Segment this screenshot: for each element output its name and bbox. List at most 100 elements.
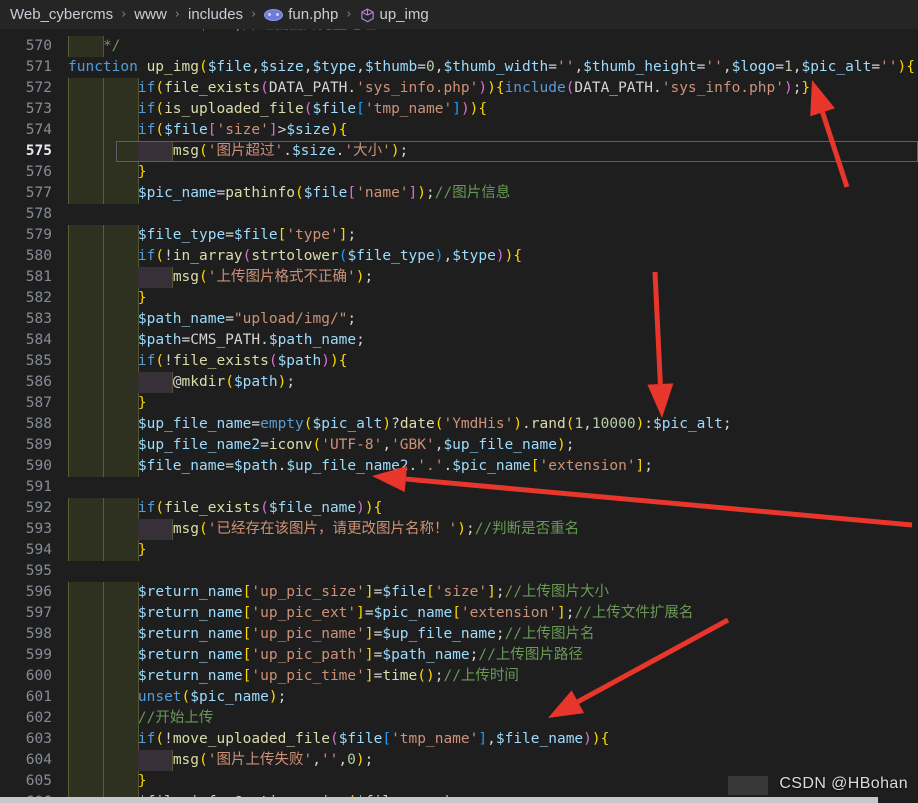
line-content: }	[137, 395, 147, 411]
code-line[interactable]: 574 if($file['size']>$size){	[0, 120, 918, 141]
breadcrumb-item-fun-php[interactable]: fun.php	[262, 6, 340, 23]
line-content: if(!in_array(strtolower($file_type),$typ…	[137, 248, 523, 264]
line-content: }	[137, 164, 147, 180]
code-line[interactable]: 582 }	[0, 288, 918, 309]
breadcrumb-item-web-cybercms[interactable]: Web_cybercms	[8, 6, 115, 23]
code-line[interactable]: 580 if(!in_array(strtolower($file_type),…	[0, 246, 918, 267]
line-content: $path=CMS_PATH.$path_name;	[137, 332, 365, 348]
line-content: $return_name['up_pic_time']=time();//上传时…	[137, 668, 519, 684]
line-content: unset($pic_name);	[137, 689, 287, 705]
breadcrumb-separator-icon: ›	[121, 7, 127, 22]
line-number: 570	[25, 38, 52, 54]
code-editor[interactable]: 569 return $url;//返回图片完整地址570 */571funct…	[0, 29, 918, 803]
code-line[interactable]: 600 $return_name['up_pic_time']=time();/…	[0, 666, 918, 687]
code-line[interactable]: 599 $return_name['up_pic_path']=$path_na…	[0, 645, 918, 666]
line-content: msg('图片超过'.$size.'大小');	[172, 143, 409, 159]
code-line[interactable]: 569 return $url;//返回图片完整地址	[0, 29, 918, 36]
code-line[interactable]: 584 $path=CMS_PATH.$path_name;	[0, 330, 918, 351]
code-line[interactable]: 604 msg('图片上传失败','',0);	[0, 750, 918, 771]
code-line[interactable]: 601 unset($pic_name);	[0, 687, 918, 708]
line-content: $return_name['up_pic_ext']=$pic_name['ex…	[137, 605, 694, 621]
code-line[interactable]: 592 if(file_exists($file_name)){	[0, 498, 918, 519]
code-line[interactable]: 597 $return_name['up_pic_ext']=$pic_name…	[0, 603, 918, 624]
line-content: msg('图片上传失败','',0);	[172, 752, 374, 768]
breadcrumb-item-up-img[interactable]: up_img	[358, 6, 431, 23]
line-content: return $url;//返回图片完整地址	[68, 29, 376, 36]
line-content: $file_name=$path.$up_file_name2.'.'.$pic…	[137, 458, 654, 474]
line-number: 603	[25, 731, 52, 747]
line-number: 598	[25, 626, 52, 642]
line-number: 597	[25, 605, 52, 621]
line-content: }	[137, 542, 147, 558]
code-line[interactable]: 588 $up_file_name=empty($pic_alt)?date('…	[0, 414, 918, 435]
code-line[interactable]: 583 $path_name="upload/img/";	[0, 309, 918, 330]
code-line[interactable]: 603 if(!move_uploaded_file($file['tmp_na…	[0, 729, 918, 750]
line-content: }	[137, 290, 147, 306]
line-number: 588	[25, 416, 52, 432]
line-number: 592	[25, 500, 52, 516]
code-line[interactable]: 593 msg('已经存在该图片，请更改图片名称！');//判断是否重名	[0, 519, 918, 540]
line-number: 582	[25, 290, 52, 306]
code-line[interactable]: 575 msg('图片超过'.$size.'大小');	[0, 141, 918, 162]
code-line[interactable]: 576 }	[0, 162, 918, 183]
breadcrumb-separator-icon: ›	[174, 7, 180, 22]
code-line[interactable]: 589 $up_file_name2=iconv('UTF-8','GBK',$…	[0, 435, 918, 456]
line-number: 587	[25, 395, 52, 411]
breadcrumb-label: fun.php	[288, 6, 339, 23]
code-line[interactable]: 590 $file_name=$path.$up_file_name2.'.'.…	[0, 456, 918, 477]
breadcrumb-label: includes	[188, 6, 244, 23]
line-number: 600	[25, 668, 52, 684]
breadcrumb-separator-icon: ›	[346, 7, 352, 22]
line-content: //开始上传	[137, 710, 214, 726]
line-number: 571	[25, 59, 52, 75]
breadcrumb-item-www[interactable]: www	[132, 6, 169, 23]
breadcrumb-label: up_img	[379, 6, 429, 23]
method-cube-icon	[360, 8, 375, 23]
code-line[interactable]: 587 }	[0, 393, 918, 414]
code-line[interactable]: 570 */	[0, 36, 918, 57]
code-line[interactable]: 577 $pic_name=pathinfo($file['name']);//…	[0, 183, 918, 204]
code-line[interactable]: 598 $return_name['up_pic_name']=$up_file…	[0, 624, 918, 645]
watermark-backdrop	[728, 776, 768, 795]
code-line[interactable]: 595	[0, 561, 918, 582]
code-line[interactable]: 581 msg('上传图片格式不正确');	[0, 267, 918, 288]
code-line[interactable]: 573 if(is_uploaded_file($file['tmp_name'…	[0, 99, 918, 120]
line-number: 590	[25, 458, 52, 474]
code-line[interactable]: 591	[0, 477, 918, 498]
line-number: 577	[25, 185, 52, 201]
line-content: }	[137, 773, 147, 789]
line-number: 605	[25, 773, 52, 789]
line-content: msg('上传图片格式不正确');	[172, 269, 374, 285]
line-number: 581	[25, 269, 52, 285]
line-number: 576	[25, 164, 52, 180]
breadcrumb: Web_cybercms › www › includes › fun.php …	[0, 0, 918, 29]
horizontal-scrollbar-track[interactable]	[0, 797, 918, 803]
line-number: 575	[25, 143, 52, 159]
breadcrumb-item-includes[interactable]: includes	[186, 6, 245, 23]
horizontal-scrollbar-thumb[interactable]	[0, 797, 878, 803]
code-line[interactable]: 578	[0, 204, 918, 225]
line-number: 601	[25, 689, 52, 705]
line-number: 572	[25, 80, 52, 96]
code-line[interactable]: 585 if(!file_exists($path)){	[0, 351, 918, 372]
line-content: $return_name['up_pic_path']=$path_name;/…	[137, 647, 583, 663]
line-number: 589	[25, 437, 52, 453]
code-line[interactable]: 572 if(file_exists(DATA_PATH.'sys_info.p…	[0, 78, 918, 99]
code-line[interactable]: 579 $file_type=$file['type'];	[0, 225, 918, 246]
line-number: 604	[25, 752, 52, 768]
code-line[interactable]: 571 function up_img($file,$size,$type,$th…	[0, 57, 918, 78]
line-number: 583	[25, 311, 52, 327]
line-number: 591	[25, 479, 52, 495]
line-number: 573	[25, 101, 52, 117]
code-line[interactable]: 586 @mkdir($path);	[0, 372, 918, 393]
code-line[interactable]: 596 $return_name['up_pic_size']=$file['s…	[0, 582, 918, 603]
code-line[interactable]: 602 //开始上传	[0, 708, 918, 729]
line-content: $return_name['up_pic_name']=$up_file_nam…	[137, 626, 595, 642]
line-number: 594	[25, 542, 52, 558]
line-content: if(file_exists($file_name)){	[137, 500, 383, 516]
line-content: msg('已经存在该图片，请更改图片名称！');//判断是否重名	[172, 521, 580, 537]
line-number: 580	[25, 248, 52, 264]
breadcrumb-label: www	[134, 6, 167, 23]
breadcrumb-label: Web_cybercms	[10, 6, 114, 23]
code-line[interactable]: 594 }	[0, 540, 918, 561]
